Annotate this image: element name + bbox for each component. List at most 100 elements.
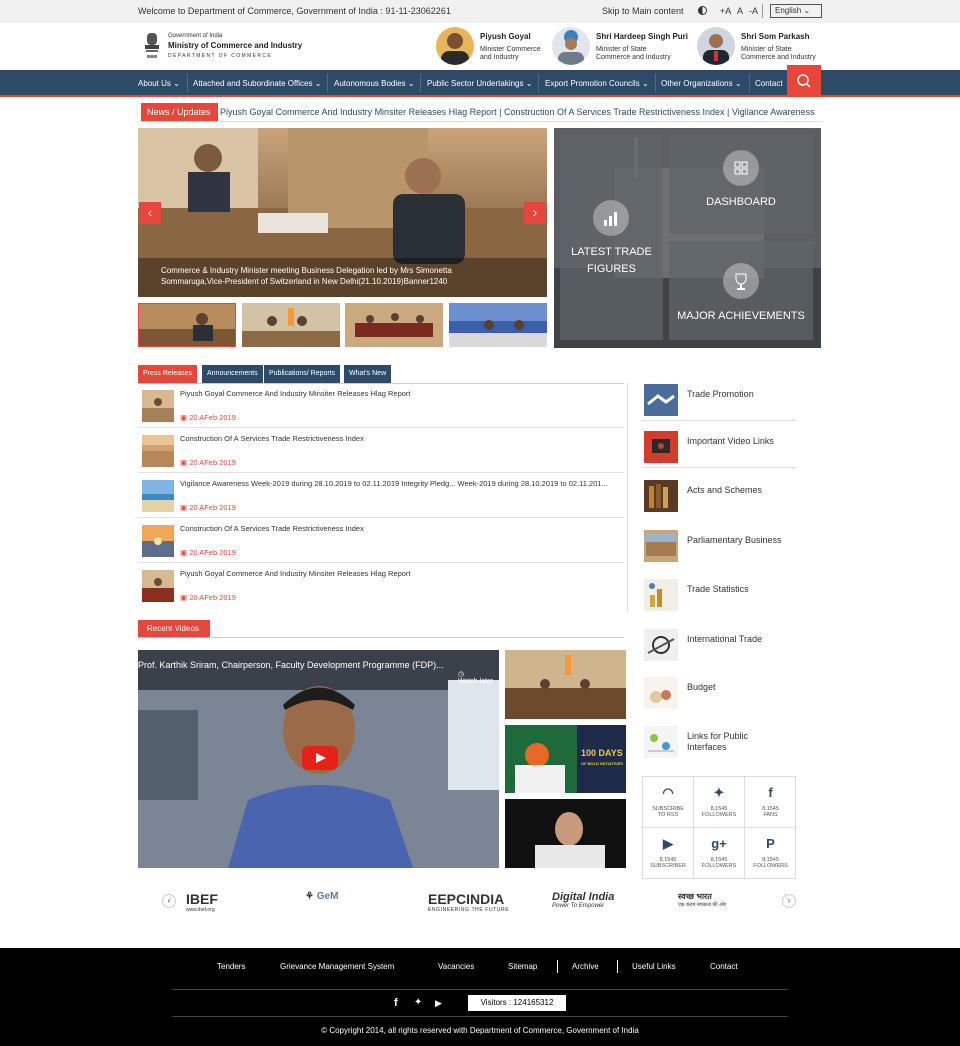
emblem-icon: ⚘	[305, 891, 314, 902]
sidebar-item-label: Trade Promotion	[687, 389, 754, 399]
font-size-decrease[interactable]: -A	[749, 6, 758, 16]
slider-prev-button[interactable]: ‹	[139, 202, 161, 224]
ibef-logo[interactable]: IBEF www.ibef.org	[186, 891, 218, 913]
footer-link-grievance[interactable]: Grievance Management System	[280, 962, 394, 971]
search-button[interactable]	[787, 65, 821, 97]
news-ticker: News / Updates Piyush Goyal Commerce And…	[138, 102, 822, 122]
language-select[interactable]: English ⌄	[770, 4, 822, 18]
social-facebook[interactable]: f 8,1545 FANS	[745, 777, 796, 828]
tab-publications[interactable]: Publications/ Reports	[264, 365, 341, 383]
carousel-prev-button[interactable]: ‹	[162, 894, 176, 908]
sidebar-item-trade-promotion[interactable]: Trade Promotion	[642, 376, 796, 421]
sidebar-item-acts-schemes[interactable]: Acts and Schemes	[642, 472, 796, 517]
sidebar-item-trade-statistics[interactable]: Trade Statistics	[642, 571, 796, 616]
news-date: ▣ 20 AFeb 2019	[180, 593, 236, 602]
tab-announcements[interactable]: Announcements	[202, 365, 263, 383]
sidebar-item-video-links[interactable]: Important Video Links	[642, 423, 796, 468]
latest-trade-figures-tile[interactable]: LATEST TRADE FIGURES	[560, 134, 663, 340]
sidebar-item-public-interfaces[interactable]: Links for Public Interfaces	[642, 718, 796, 770]
thumbnail-image	[449, 303, 547, 347]
twitter-icon[interactable]: ✦	[414, 997, 422, 1008]
news-date: ▣ 20 AFeb 2019	[180, 458, 236, 467]
footer-link-archive[interactable]: Archive	[572, 962, 599, 971]
nav-item-export-councils[interactable]: Export Promotion Councils ⌄	[545, 79, 649, 88]
slider-thumbnail[interactable]	[242, 303, 340, 347]
font-size-normal[interactable]: A	[737, 6, 743, 16]
nav-item-autonomous-bodies[interactable]: Autonomous Bodies ⌄	[334, 79, 415, 88]
video-thumbnail-item[interactable]: 100 DAYS OF BOLD INITIATIVES	[505, 725, 626, 793]
video-thumbnail-item[interactable]	[505, 799, 626, 868]
divider	[762, 4, 763, 18]
social-label: 8,1545 FANS	[762, 806, 779, 818]
chevron-left-icon: ‹	[147, 204, 153, 220]
tab-whats-new[interactable]: What's New	[344, 365, 392, 383]
nav-item-attached-offices[interactable]: Attached and Subordinate Offices ⌄	[193, 79, 321, 88]
gem-logo[interactable]: ⚘ GeM	[305, 891, 338, 902]
slider-thumbnail[interactable]	[449, 303, 547, 347]
nav-item-contact[interactable]: Contact	[755, 79, 783, 88]
footer-link-sitemap[interactable]: Sitemap	[508, 962, 537, 971]
ticker-label: News / Updates	[141, 103, 218, 121]
news-title: Piyush Goyal Commerce And Industry Minsi…	[180, 569, 411, 578]
language-value: English	[775, 6, 802, 15]
chevron-down-icon: ⌄	[407, 79, 415, 88]
pinterest-icon: P	[766, 836, 775, 851]
links-icon	[644, 726, 678, 758]
social-googleplus[interactable]: g+ 8,1545 FOLLOWERS	[694, 828, 745, 879]
social-rss[interactable]: ◠ SUBSCRIBE TO RSS	[643, 777, 694, 828]
eepc-logo[interactable]: EEPCINDIA ENGINEERING THE FUTURE	[428, 891, 509, 913]
ticker-text[interactable]: Piyush Goyal Commerce And Industry Minsi…	[220, 107, 815, 117]
skip-to-content-link[interactable]: Skip to Main content	[602, 6, 684, 16]
slider-thumbnail[interactable]	[138, 303, 236, 347]
list-item[interactable]: Piyush Goyal Commerce And Industry Minsi…	[138, 383, 624, 428]
youtube-icon[interactable]: ▶	[435, 998, 442, 1009]
nav-item-other-organizations[interactable]: Other Organizations ⌄	[661, 79, 742, 88]
social-pinterest[interactable]: P 8,1545 FOLLOWERS	[745, 828, 796, 879]
site-logo[interactable]: Government of India Ministry of Commerce…	[168, 31, 302, 61]
slider-thumbnail[interactable]	[345, 303, 443, 347]
font-size-increase[interactable]: +A	[720, 6, 731, 16]
thumbnail-image	[345, 303, 443, 347]
facebook-icon[interactable]: f	[394, 997, 398, 1009]
list-item[interactable]: Piyush Goyal Commerce And Industry Minsi…	[138, 563, 624, 608]
footer-link-tenders[interactable]: Tenders	[217, 962, 245, 971]
footer-link-vacancies[interactable]: Vacancies	[438, 962, 474, 971]
chevron-down-icon: ⌄	[525, 79, 533, 88]
dashboard-tile[interactable]: DASHBOARD	[669, 134, 813, 234]
sidebar-item-international-trade[interactable]: International Trade	[642, 621, 796, 666]
digital-india-logo[interactable]: Digital India Power To Empower	[552, 891, 614, 909]
contrast-toggle-icon[interactable]	[698, 6, 707, 15]
dashboard-icon	[723, 150, 759, 186]
logo-line-1: Government of India	[168, 33, 223, 39]
footer-link-contact[interactable]: Contact	[710, 962, 738, 971]
major-achievements-tile[interactable]: MAJOR ACHIEVEMENTS	[669, 241, 813, 340]
nav-item-public-sector[interactable]: Public Sector Undertakings ⌄	[427, 79, 532, 88]
quick-access-tiles: LATEST TRADE FIGURES DASHBOARD MAJOR ACHI…	[554, 128, 821, 348]
swachh-bharat-logo[interactable]: स्वच्छ भारत एक कदम स्वच्छता की ओर	[678, 891, 726, 908]
nav-item-about-us[interactable]: About Us ⌄	[138, 79, 180, 88]
thumbnail-image	[138, 303, 236, 347]
footer-link-useful-links[interactable]: Useful Links	[632, 962, 676, 971]
sidebar-item-budget[interactable]: Budget	[642, 669, 796, 714]
social-youtube[interactable]: ▶ 8,1545 SUBSCRIBER	[643, 828, 694, 879]
list-item[interactable]: Construction Of A Services Trade Restric…	[138, 428, 624, 473]
social-label: SUBSCRIBE TO RSS	[652, 806, 684, 818]
tab-press-releases[interactable]: Press Releases	[138, 365, 198, 383]
list-item[interactable]: Construction Of A Services Trade Restric…	[138, 518, 624, 563]
news-thumbnail	[142, 570, 174, 602]
statistics-icon	[644, 579, 678, 611]
budget-icon	[644, 677, 678, 709]
slider-next-button[interactable]: ›	[524, 202, 546, 224]
site-footer: Tenders Grievance Management System Vaca…	[0, 948, 960, 1046]
main-video-player[interactable]: Prof. Karthik Sriram, Chairperson, Facul…	[138, 650, 499, 868]
social-twitter[interactable]: ✦ 8,1545 FOLLOWERS	[694, 777, 745, 828]
image-slider[interactable]: Commerce & Industry Minister meeting Bus…	[138, 128, 547, 297]
list-item[interactable]: Vigilance Awareness Week-2019 during 28.…	[138, 473, 624, 518]
carousel-next-button[interactable]: ›	[782, 894, 796, 908]
play-button[interactable]	[302, 746, 338, 770]
video-thumbnail-item[interactable]	[505, 650, 626, 719]
sidebar-item-parliamentary-business[interactable]: Parliamentary Business	[642, 522, 796, 567]
watch-later-button[interactable]: ◷ Watch later	[458, 670, 493, 685]
chevron-down-icon: ⌄	[314, 79, 322, 88]
social-label: 8,1545 FOLLOWERS	[701, 857, 737, 869]
